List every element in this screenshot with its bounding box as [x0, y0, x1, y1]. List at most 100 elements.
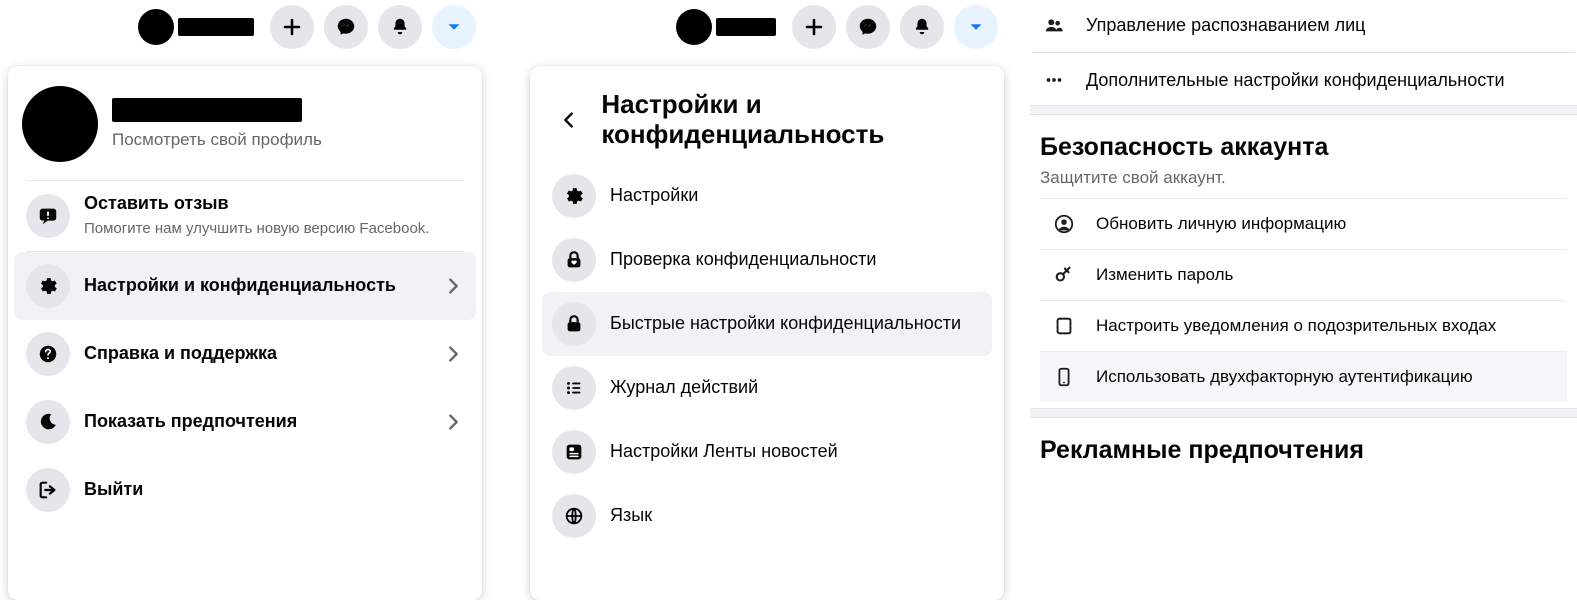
profile-name-redacted	[716, 18, 776, 36]
bell-icon	[911, 16, 933, 38]
feedback-sub: Помогите нам улучшить новую версию Faceb…	[84, 219, 464, 239]
help-support-row[interactable]: Справка и поддержка	[14, 320, 476, 388]
key-icon	[1050, 264, 1078, 286]
create-button[interactable]	[792, 5, 836, 49]
menu-label: Настройки Ленты новостей	[610, 441, 982, 463]
feedback-icon	[26, 194, 70, 238]
row-label: Дополнительные настройки конфиденциально…	[1086, 70, 1505, 91]
section-title: Рекламные предпочтения	[1040, 436, 1567, 465]
section-gap	[1030, 408, 1577, 418]
topbar	[0, 0, 490, 60]
notifications-button[interactable]	[378, 5, 422, 49]
more-privacy-settings-row[interactable]: Дополнительные настройки конфиденциально…	[1030, 55, 1577, 105]
chevron-right-icon	[442, 275, 464, 297]
row-label: Изменить пароль	[1096, 265, 1233, 285]
row-label: Обновить личную информацию	[1096, 214, 1346, 234]
section-gap	[1030, 105, 1577, 115]
feedback-row[interactable]: Оставить отзыв Помогите нам улучшить нов…	[14, 181, 476, 251]
menu-label: Быстрые настройки конфиденциальности	[610, 313, 982, 335]
panel-account-menu: Посмотреть свой профиль Оставить отзыв П…	[0, 0, 490, 594]
chevron-right-icon	[442, 411, 464, 433]
panel-settings-privacy: Настройки и конфиденциальность Настройки…	[522, 0, 1012, 594]
notifications-button[interactable]	[900, 5, 944, 49]
alert-box-icon	[1050, 315, 1078, 337]
two-factor-auth-row[interactable]: Использовать двухфакторную аутентификаци…	[1040, 351, 1567, 402]
list-icon	[552, 366, 596, 410]
lock-heart-icon	[552, 238, 596, 282]
row-label: Настроить уведомления о подозрительных в…	[1096, 316, 1496, 336]
activity-log-row[interactable]: Журнал действий	[542, 356, 992, 420]
messenger-button[interactable]	[324, 5, 368, 49]
globe-icon	[552, 494, 596, 538]
avatar-icon	[22, 86, 98, 162]
language-row[interactable]: Язык	[542, 484, 992, 548]
messenger-icon	[857, 16, 879, 38]
account-menu-button[interactable]	[954, 5, 998, 49]
profile-chip[interactable]	[676, 7, 782, 47]
create-button[interactable]	[270, 5, 314, 49]
settings-privacy-row[interactable]: Настройки и конфиденциальность	[14, 252, 476, 320]
login-alerts-row[interactable]: Настроить уведомления о подозрительных в…	[1040, 300, 1567, 351]
section-desc: Защитите свой аккаунт.	[1040, 168, 1567, 188]
messenger-icon	[335, 16, 357, 38]
feed-icon	[552, 430, 596, 474]
settings-privacy-dropdown: Настройки и конфиденциальность Настройки…	[530, 66, 1004, 600]
menu-label: Настройки	[610, 185, 982, 207]
menu-label: Проверка конфиденциальности	[610, 249, 982, 271]
gear-icon	[26, 264, 70, 308]
account-menu-button[interactable]	[432, 5, 476, 49]
messenger-button[interactable]	[846, 5, 890, 49]
profile-chip[interactable]	[138, 7, 260, 47]
profile-name-redacted	[112, 98, 302, 122]
update-personal-info-row[interactable]: Обновить личную информацию	[1040, 198, 1567, 249]
profile-icon	[1050, 213, 1078, 235]
settings-row[interactable]: Настройки	[542, 164, 992, 228]
menu-label: Настройки и конфиденциальность	[84, 275, 428, 297]
dots-icon	[1040, 69, 1068, 91]
account-dropdown: Посмотреть свой профиль Оставить отзыв П…	[8, 66, 482, 600]
menu-label: Выйти	[84, 479, 464, 501]
plus-icon	[280, 15, 304, 39]
privacy-shortcuts-row[interactable]: Быстрые настройки конфиденциальности	[542, 292, 992, 356]
caret-down-icon	[443, 16, 465, 38]
help-icon	[26, 332, 70, 376]
face-recognition-row[interactable]: Управление распознаванием лиц	[1030, 0, 1577, 50]
users-icon	[1040, 14, 1068, 36]
gear-icon	[552, 174, 596, 218]
lock-icon	[552, 302, 596, 346]
chevron-right-icon	[442, 343, 464, 365]
feedback-title: Оставить отзыв	[84, 193, 464, 215]
row-label: Управление распознаванием лиц	[1086, 15, 1365, 36]
view-profile-row[interactable]: Посмотреть свой профиль	[14, 76, 476, 180]
caret-down-icon	[965, 16, 987, 38]
bell-icon	[389, 16, 411, 38]
ad-preferences-section: Рекламные предпочтения	[1030, 418, 1577, 501]
divider	[1032, 52, 1575, 53]
topbar	[522, 0, 1012, 60]
row-label: Использовать двухфакторную аутентификаци…	[1096, 367, 1473, 387]
phone-icon	[1050, 366, 1078, 388]
panel-privacy-shortcuts: Управление распознаванием лиц Дополнител…	[1030, 0, 1577, 594]
change-password-row[interactable]: Изменить пароль	[1040, 249, 1567, 300]
news-feed-prefs-row[interactable]: Настройки Ленты новостей	[542, 420, 992, 484]
avatar-icon	[138, 9, 174, 45]
panel-title: Настройки и конфиденциальность	[601, 90, 984, 150]
menu-label: Справка и поддержка	[84, 343, 428, 365]
view-profile-label: Посмотреть свой профиль	[112, 130, 322, 150]
menu-label: Показать предпочтения	[84, 411, 428, 433]
moon-icon	[26, 400, 70, 444]
menu-label: Журнал действий	[610, 377, 982, 399]
menu-label: Язык	[610, 505, 982, 527]
privacy-checkup-row[interactable]: Проверка конфиденциальности	[542, 228, 992, 292]
profile-name-redacted	[178, 18, 254, 36]
settings-menu-list: Настройки Проверка конфиденциальности Бы…	[536, 158, 998, 554]
panel-header: Настройки и конфиденциальность	[536, 76, 998, 158]
arrow-left-icon	[558, 109, 580, 131]
back-button[interactable]	[550, 98, 587, 142]
logout-icon	[26, 468, 70, 512]
logout-row[interactable]: Выйти	[14, 456, 476, 524]
avatar-icon	[676, 9, 712, 45]
display-preferences-row[interactable]: Показать предпочтения	[14, 388, 476, 456]
section-title: Безопасность аккаунта	[1040, 133, 1567, 162]
account-security-section: Безопасность аккаунта Защитите свой акка…	[1030, 115, 1577, 408]
